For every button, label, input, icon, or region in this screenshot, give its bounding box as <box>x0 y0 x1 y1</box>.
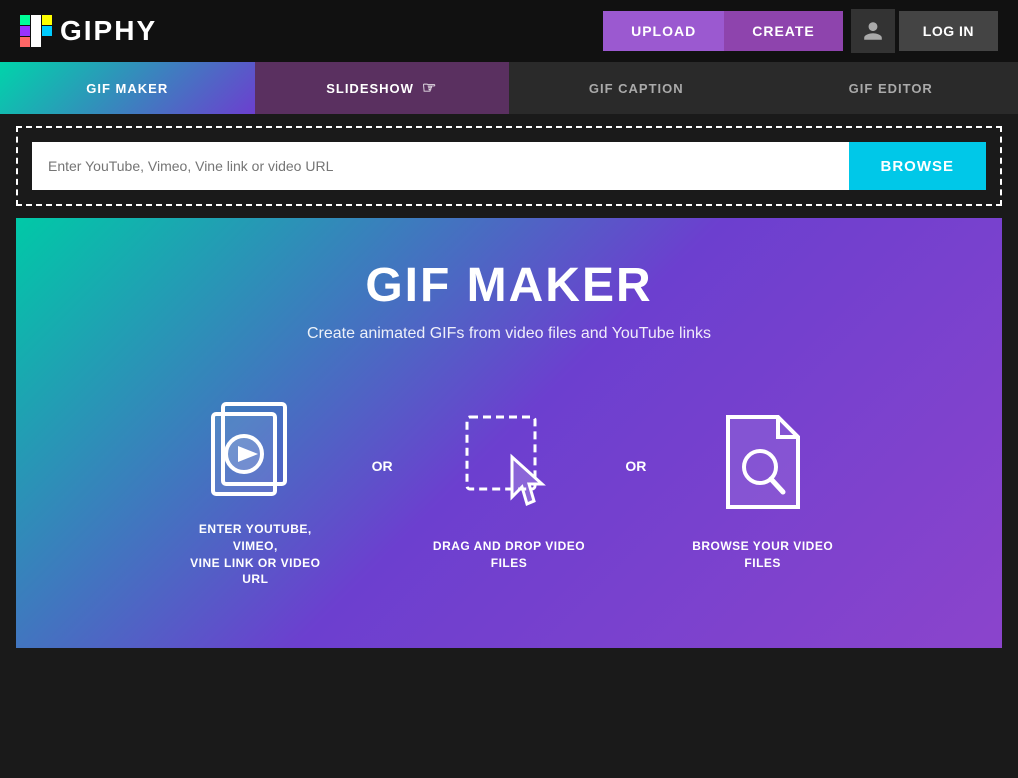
step3-block: BROWSE YOUR VIDEO FILES <box>666 410 859 572</box>
upload-drop-area: BROWSE <box>16 126 1002 206</box>
cursor-indicator: ☞ <box>422 78 437 98</box>
or-divider-1: OR <box>372 458 393 474</box>
tab-gif-maker[interactable]: GIF MAKER <box>0 62 255 114</box>
step3-icon-wrap <box>708 410 818 520</box>
browse-button[interactable]: BROWSE <box>849 142 987 190</box>
create-button[interactable]: CREATE <box>724 11 843 51</box>
step2-icon-wrap <box>454 410 564 520</box>
tabs-bar: GIF MAKER SLIDESHOW ☞ GIF CAPTION GIF ED… <box>0 62 1018 114</box>
browse-file-icon <box>718 412 808 517</box>
logo-area: GIPHY <box>20 15 157 47</box>
user-icon-button[interactable] <box>851 9 895 53</box>
url-input[interactable] <box>32 142 849 190</box>
gif-maker-subtitle: Create animated GIFs from video files an… <box>307 325 711 343</box>
tab-gif-caption[interactable]: GIF CAPTION <box>509 62 764 114</box>
step2-label: DRAG AND DROP VIDEO FILES <box>433 538 585 572</box>
giphy-logo-icon <box>20 15 52 47</box>
upload-button[interactable]: UPLOAD <box>603 11 724 51</box>
tab-gif-editor[interactable]: GIF EDITOR <box>764 62 1018 114</box>
url-input-row: BROWSE <box>32 142 986 190</box>
step1-icon-wrap <box>200 393 310 503</box>
step1-label: ENTER YOUTUBE, VIMEO, VINE LINK OR VIDEO… <box>175 521 335 588</box>
tab-slideshow[interactable]: SLIDESHOW ☞ <box>255 62 510 114</box>
header-right: UPLOAD CREATE LOG IN <box>603 9 998 53</box>
step3-label: BROWSE YOUR VIDEO FILES <box>683 538 843 572</box>
giphy-logo-text: GIPHY <box>60 15 157 47</box>
feature-icons-row: ENTER YOUTUBE, VIMEO, VINE LINK OR VIDEO… <box>159 393 859 588</box>
or-divider-2: OR <box>625 458 646 474</box>
step2-block: DRAG AND DROP VIDEO FILES <box>413 410 606 572</box>
video-file-icon <box>205 396 305 501</box>
step1-block: ENTER YOUTUBE, VIMEO, VINE LINK OR VIDEO… <box>159 393 352 588</box>
login-button[interactable]: LOG IN <box>899 11 998 51</box>
header: GIPHY UPLOAD CREATE LOG IN <box>0 0 1018 62</box>
user-icon <box>862 20 884 42</box>
gif-maker-title: GIF MAKER <box>365 258 652 313</box>
main-content-area: GIF MAKER Create animated GIFs from vide… <box>16 218 1002 648</box>
drag-drop-icon <box>462 412 557 517</box>
